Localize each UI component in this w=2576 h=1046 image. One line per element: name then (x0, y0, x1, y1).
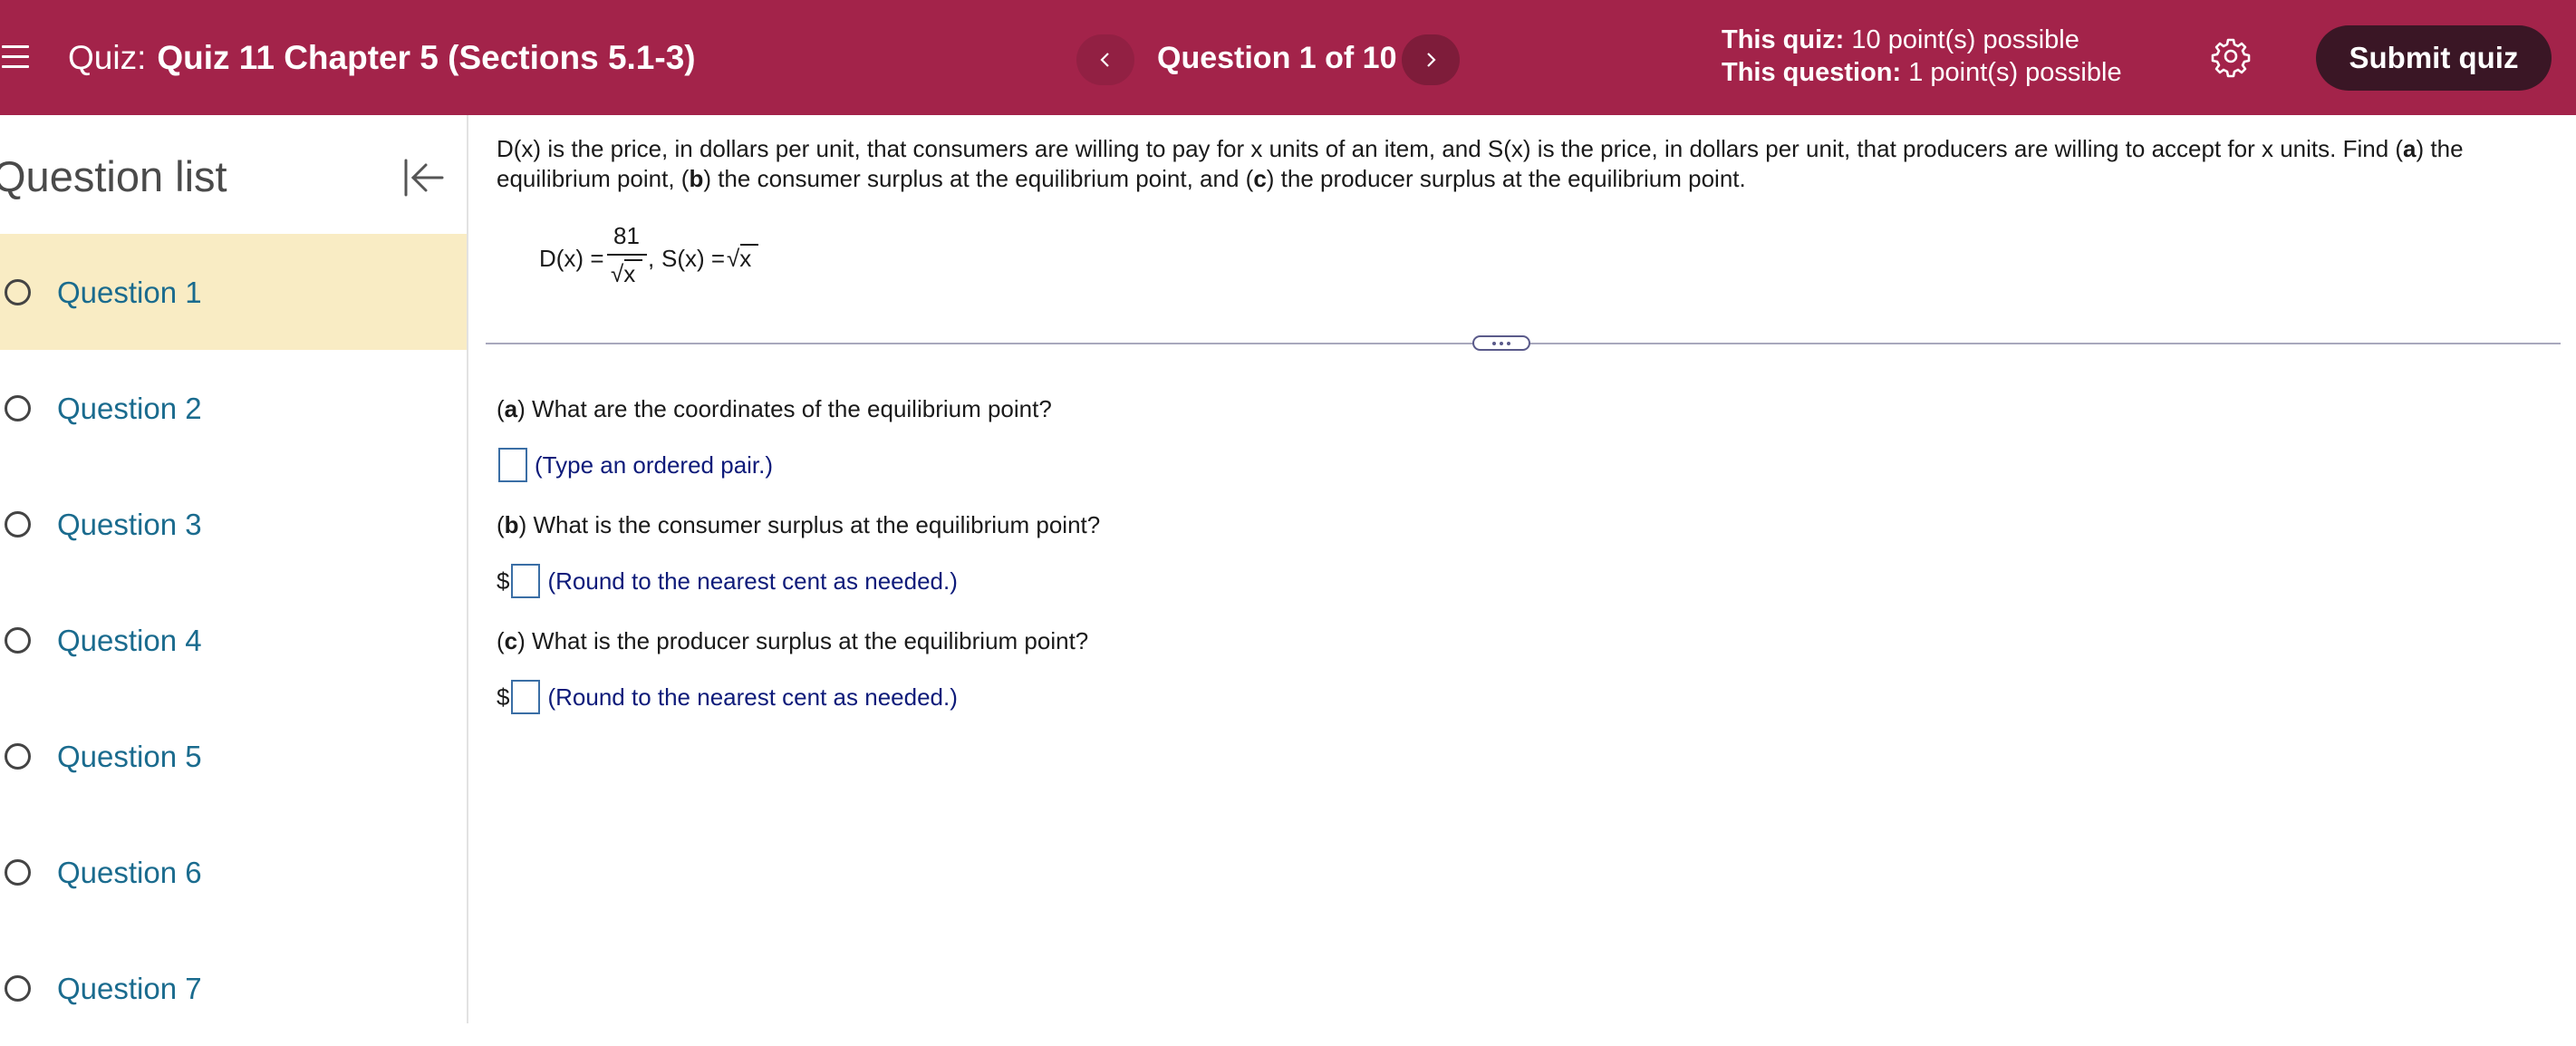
part-text: What are the coordinates of the equilibr… (525, 395, 1052, 422)
this-question-value: 1 point(s) possible (1908, 58, 2122, 87)
part-c-answer-row: $ (Round to the nearest cent as needed.) (497, 680, 958, 714)
part-a-answer-row: (Type an ordered pair.) (497, 448, 773, 482)
quiz-name: Quiz 11 Chapter 5 (Sections 5.1-3) (157, 39, 696, 76)
part-b-hint: (Round to the nearest cent as needed.) (547, 567, 958, 595)
chevron-right-icon (1427, 53, 1436, 67)
quiz-header: Quiz: Quiz 11 Chapter 5 (Sections 5.1-3) … (0, 0, 2576, 115)
part-a-question: (a) What are the coordinates of the equi… (497, 395, 1052, 422)
sidebar-item-label: Question 6 (57, 856, 202, 889)
question-counter: Question 1 of 10 (1157, 41, 1397, 75)
part-letter: a (504, 395, 518, 422)
formula-comma: , (648, 245, 655, 272)
part-c-hint: (Round to the nearest cent as needed.) (547, 683, 958, 711)
sidebar-item-question-7[interactable]: Question 7 (0, 930, 467, 1046)
question-list-sidebar: Question list Question 1 Question 2 Ques… (0, 115, 468, 1023)
sidebar-item-question-2[interactable]: Question 2 (0, 350, 467, 466)
dollar-sign: $ (497, 683, 510, 711)
this-question-label: This question: (1722, 58, 1902, 87)
part-b-answer-input[interactable] (511, 564, 541, 598)
part-letter: b (504, 511, 519, 538)
previous-question-button[interactable] (1076, 34, 1134, 85)
prompt-text: ) the producer surplus at the equilibriu… (1266, 165, 1746, 192)
part-text: What is the consumer surplus at the equi… (526, 511, 1101, 538)
sidebar-item-question-5[interactable]: Question 5 (0, 698, 467, 814)
question-content: D(x) is the price, in dollars per unit, … (468, 115, 2576, 1023)
chevron-left-icon (1100, 53, 1109, 67)
status-circle-icon (5, 627, 31, 654)
part-b-question: (b) What is the consumer surplus at the … (497, 511, 1101, 538)
status-circle-icon (5, 975, 31, 1002)
quiz-title-prefix: Quiz: (68, 39, 147, 76)
prompt-text: ) the consumer surplus at the equilibriu… (703, 165, 1254, 192)
sidebar-item-label: Question 7 (57, 972, 202, 1005)
question-prompt: D(x) is the price, in dollars per unit, … (497, 134, 2535, 194)
d-lhs: D(x) = (539, 245, 604, 272)
status-circle-icon (5, 279, 31, 305)
prompt-letter-c: c (1253, 165, 1267, 192)
this-quiz-label: This quiz: (1722, 25, 1845, 54)
sidebar-item-label: Question 1 (57, 276, 202, 309)
part-c-answer-input[interactable] (511, 680, 541, 714)
sidebar-item-question-6[interactable]: Question 6 (0, 814, 467, 930)
sidebar-item-label: Question 5 (57, 740, 202, 773)
collapse-left-icon[interactable] (402, 157, 446, 199)
status-circle-icon (5, 743, 31, 770)
part-a-hint: (Type an ordered pair.) (535, 451, 774, 479)
fraction-denominator: √x (611, 260, 636, 287)
part-a-answer-input[interactable] (498, 448, 527, 482)
fraction-bar (607, 254, 647, 256)
sidebar-item-label: Question 3 (57, 508, 202, 541)
status-circle-icon (5, 511, 31, 538)
status-circle-icon (5, 859, 31, 886)
part-text: What is the producer surplus at the equi… (525, 627, 1089, 654)
sidebar-item-question-4[interactable]: Question 4 (0, 582, 467, 698)
s-rhs: √x (727, 245, 752, 272)
sidebar-item-question-1[interactable]: Question 1 (0, 234, 467, 350)
gear-icon[interactable] (2209, 34, 2253, 78)
prompt-text: D(x) is the price, in dollars per unit, … (497, 135, 2404, 162)
status-circle-icon (5, 395, 31, 421)
dollar-sign: $ (497, 567, 510, 595)
part-letter: c (504, 627, 518, 654)
pane-resize-handle[interactable] (1472, 335, 1530, 351)
part-c-question: (c) What is the producer surplus at the … (497, 627, 1089, 654)
points-info: This quiz: 10 point(s) possible This que… (1722, 24, 2122, 89)
hamburger-menu-icon[interactable] (0, 40, 33, 76)
this-quiz-value: 10 point(s) possible (1851, 25, 2079, 54)
prompt-letter-a: a (2403, 135, 2417, 162)
fraction-numerator: 81 (613, 222, 640, 249)
sidebar-item-question-3[interactable]: Question 3 (0, 466, 467, 582)
submit-quiz-button[interactable]: Submit quiz (2316, 25, 2552, 91)
prompt-letter-b: b (689, 165, 704, 192)
quiz-points: This quiz: 10 point(s) possible (1722, 24, 2122, 56)
question-list-title: Question list (0, 152, 227, 200)
part-b-answer-row: $ (Round to the nearest cent as needed.) (497, 564, 958, 598)
s-lhs: S(x) = (661, 245, 726, 272)
next-question-button[interactable] (1402, 34, 1460, 85)
quiz-title: Quiz: Quiz 11 Chapter 5 (Sections 5.1-3) (68, 37, 696, 79)
sidebar-item-label: Question 2 (57, 392, 202, 425)
sidebar-item-label: Question 4 (57, 624, 202, 657)
question-points: This question: 1 point(s) possible (1722, 56, 2122, 89)
